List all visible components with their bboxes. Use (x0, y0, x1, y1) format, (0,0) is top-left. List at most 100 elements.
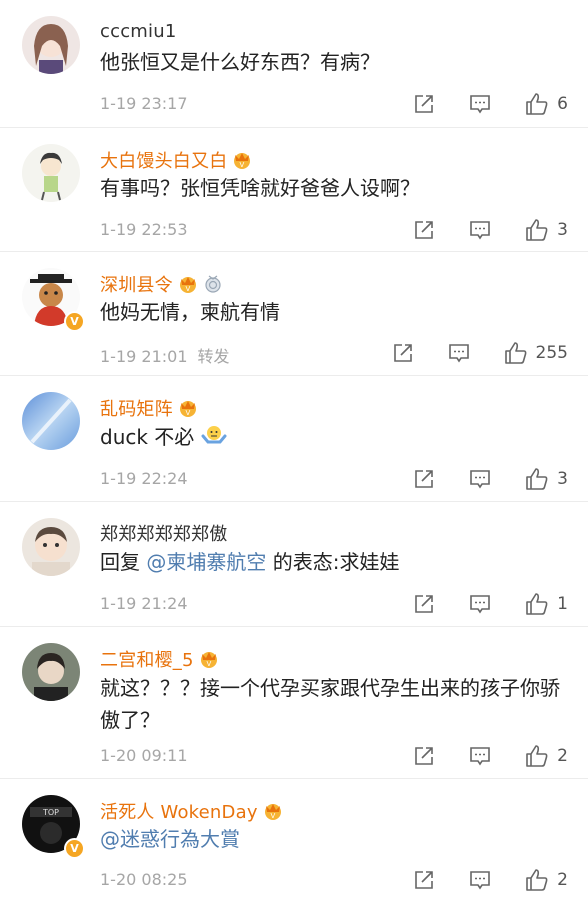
comment-button[interactable] (469, 219, 491, 241)
comment-icon (470, 747, 490, 766)
verified-v-icon: V (64, 838, 85, 859)
repost-button[interactable] (413, 93, 435, 115)
comment-text: 回复 @柬埔寨航空 的表态:求娃娃 (100, 550, 400, 574)
timestamp: 1-20 08:25 (100, 870, 188, 889)
repost-button[interactable] (392, 342, 414, 364)
comment-item: 乱码矩阵 V duck 不必 1-19 22:24 3 (0, 376, 588, 502)
avatar[interactable] (22, 643, 80, 701)
like-icon (526, 468, 548, 490)
comment-actions: 3 (379, 467, 568, 491)
svg-text:TOP: TOP (42, 808, 59, 817)
username[interactable]: 大白馒头白又白 V (100, 147, 253, 175)
avatar[interactable] (22, 16, 80, 74)
repost-icon (415, 871, 433, 889)
like-count: 6 (557, 94, 568, 114)
like-icon (526, 745, 548, 767)
comment-item: TOP V 活死人 WokenDay V @迷惑行為大賞 1-20 08:25 2 (0, 779, 588, 900)
vip-crown-icon: V (198, 649, 220, 674)
comment-text: 有事吗？张恒凭啥就好爸爸人设啊？ (100, 176, 420, 200)
mention-link[interactable]: @迷惑行為大賞 (100, 827, 240, 851)
username[interactable]: 深圳县令 V (100, 271, 223, 299)
like-icon (526, 593, 548, 615)
like-button[interactable]: 1 (525, 592, 568, 616)
repost-button[interactable] (413, 745, 435, 767)
timestamp: 1-19 21:24 (100, 594, 188, 613)
comment-item: 大白馒头白又白 V 有事吗？张恒凭啥就好爸爸人设啊？ 1-19 22:53 3 (0, 128, 588, 252)
like-count: 2 (557, 870, 568, 890)
like-count: 2 (557, 746, 568, 766)
svg-text:V: V (206, 660, 211, 668)
timestamp: 1-20 09:11 (100, 746, 188, 765)
comment-item: cccmiu1 他张恒又是什么好东西？有病？ 1-19 23:17 6 (0, 0, 588, 128)
username[interactable]: cccmiu1 (100, 21, 177, 42)
repost-button[interactable] (413, 593, 435, 615)
comment-icon (470, 470, 490, 489)
comment-button[interactable] (469, 593, 491, 615)
username[interactable]: 郑郑郑郑郑郑傲 (100, 520, 227, 546)
repost-icon (393, 344, 412, 362)
comment-actions: 6 (379, 92, 568, 116)
comment-text: 他妈无情，柬航有情 (100, 300, 280, 324)
repost-button[interactable] (413, 468, 435, 490)
timestamp: 1-19 23:17 (100, 94, 188, 113)
comment-item: 郑郑郑郑郑郑傲 回复 @柬埔寨航空 的表态:求娃娃 1-19 21:24 1 (0, 502, 588, 627)
comment-actions: 255 (358, 341, 568, 365)
comment-actions: 2 (379, 744, 568, 768)
repost-button[interactable] (413, 869, 435, 891)
comment-icon (470, 595, 490, 614)
comment-button[interactable] (469, 745, 491, 767)
like-count: 255 (535, 343, 568, 363)
svg-text:V: V (185, 409, 190, 417)
comment-button[interactable] (448, 342, 470, 364)
comment-text: @迷惑行為大賞 (100, 823, 570, 855)
like-button[interactable]: 255 (504, 341, 568, 365)
comment-button[interactable] (469, 93, 491, 115)
repost-icon (415, 221, 433, 239)
avatar[interactable] (22, 392, 80, 450)
like-button[interactable]: 3 (525, 218, 568, 242)
like-count: 3 (557, 220, 568, 240)
comment-icon (470, 95, 490, 114)
shrug-emoji-icon (201, 424, 227, 457)
comment-list: cccmiu1 他张恒又是什么好东西？有病？ 1-19 23:17 6 大白馒头… (0, 0, 588, 900)
like-button[interactable]: 2 (525, 744, 568, 768)
like-icon (526, 219, 548, 241)
username[interactable]: 乱码矩阵 V (100, 395, 199, 423)
comment-item: 二宫和樱_5 V 就这？？？接一个代孕买家跟代孕生出来的孩子你骄傲了？ 1-20 … (0, 627, 588, 779)
svg-text:V: V (185, 285, 190, 293)
comment-icon (470, 221, 490, 240)
repost-button[interactable] (413, 219, 435, 241)
timestamp: 1-19 22:24 (100, 469, 188, 488)
like-button[interactable]: 2 (525, 868, 568, 892)
comment-text: 他张恒又是什么好东西？有病？ (100, 50, 380, 74)
repost-icon (415, 747, 433, 765)
like-icon (526, 93, 548, 115)
repost-icon (415, 95, 433, 113)
repost-icon (415, 470, 433, 488)
comment-icon (470, 871, 490, 890)
comment-actions: 3 (379, 218, 568, 242)
timestamp: 1-19 21:01 转发 (100, 347, 230, 366)
like-button[interactable]: 3 (525, 467, 568, 491)
avatar[interactable] (22, 518, 80, 576)
timestamp: 1-19 22:53 (100, 220, 188, 239)
svg-text:V: V (270, 812, 275, 820)
comment-icon (448, 344, 469, 363)
comment-button[interactable] (469, 468, 491, 490)
like-button[interactable]: 6 (525, 92, 568, 116)
comment-button[interactable] (469, 869, 491, 891)
username[interactable]: 活死人 WokenDay V (100, 798, 284, 826)
avatar[interactable] (22, 144, 80, 202)
forward-label[interactable]: 转发 (198, 347, 230, 366)
comment-text: duck 不必 (100, 421, 570, 457)
svg-text:V: V (240, 161, 245, 169)
comment-item: V 深圳县令 V 他妈无情，柬航有情 1-19 21:01 转发 255 (0, 252, 588, 376)
comment-actions: 1 (379, 592, 568, 616)
repost-icon (415, 595, 433, 613)
vip-crown-icon: V (177, 398, 199, 423)
mention-link[interactable]: @柬埔寨航空 (146, 550, 266, 574)
like-icon (504, 342, 526, 364)
comment-text: 就这？？？接一个代孕买家跟代孕生出来的孩子你骄傲了？ (100, 676, 560, 732)
username[interactable]: 二宫和樱_5 V (100, 646, 220, 674)
like-count: 3 (557, 469, 568, 489)
